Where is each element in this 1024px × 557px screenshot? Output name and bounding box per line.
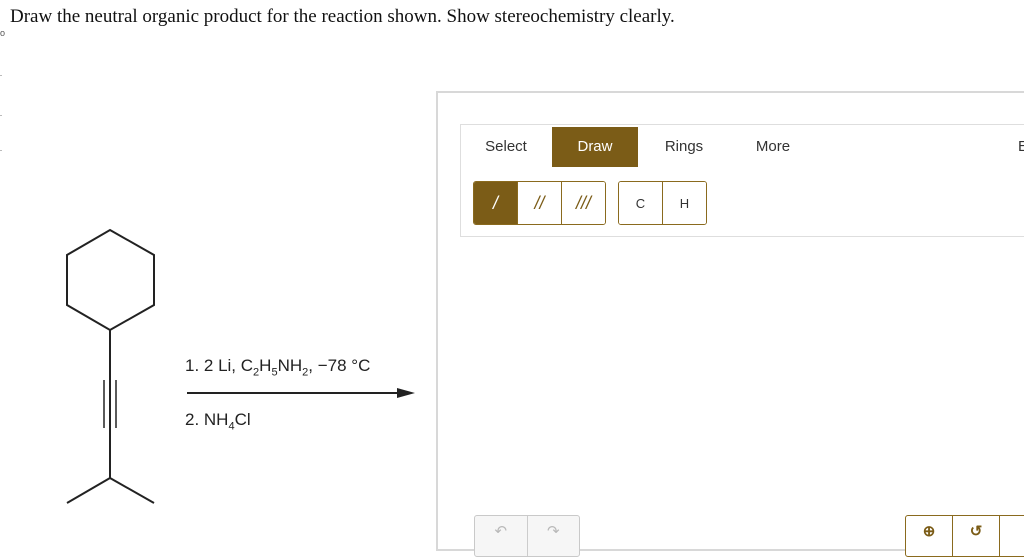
tab-more[interactable]: More — [733, 127, 813, 167]
tab-partial[interactable]: E — [1016, 127, 1024, 167]
methyl-bond-left — [66, 477, 111, 504]
drawing-editor[interactable]: Select Draw Rings More E / // /// C H ↶ … — [436, 91, 1024, 557]
reaction-step-1: 1. 2 Li, C2H5NH2, −78 °C — [185, 356, 371, 379]
undo-redo-group: ↶ ↷ — [474, 515, 580, 557]
redo-button[interactable]: ↷ — [526, 516, 580, 556]
bond-tools: / // /// — [473, 181, 606, 225]
undo-button[interactable]: ↶ — [475, 516, 527, 556]
starting-material-structure — [66, 228, 155, 504]
question-text: Draw the neutral organic product for the… — [10, 6, 675, 27]
reset-button[interactable]: ↺ — [952, 516, 999, 556]
tab-draw[interactable]: Draw — [552, 127, 638, 167]
edge-tick — [0, 150, 2, 151]
hydrogen-atom-button[interactable]: H — [663, 182, 706, 224]
reaction-step-2: 2. NH4Cl — [185, 410, 251, 433]
reaction-arrow — [187, 388, 415, 398]
triple-bond-button[interactable]: /// — [562, 182, 605, 224]
carbon-atom-button[interactable]: C — [619, 182, 663, 224]
edge-tick — [0, 115, 2, 116]
single-bond-button[interactable]: / — [474, 182, 518, 224]
undo-arrow-icon: ↶ — [494, 523, 508, 540]
methyl-bond-right — [109, 477, 155, 504]
zoom-in-button[interactable]: ⊕ — [906, 516, 952, 556]
zoom-in-icon: ⊕ — [922, 523, 936, 540]
double-bond-button[interactable]: // — [518, 182, 562, 224]
tab-rings[interactable]: Rings — [644, 127, 724, 167]
cyclohexane-ring — [66, 228, 155, 332]
reset-rotate-icon: ↺ — [969, 523, 983, 540]
canvas-tools-group: ⊕ ↺ — [905, 515, 1024, 557]
more-canvas-tools-button[interactable] — [999, 516, 1024, 556]
editor-toolbar: Select Draw Rings More E / // /// C H — [460, 124, 1024, 237]
redo-arrow-icon: ↷ — [546, 523, 560, 540]
edge-marker: o — [0, 28, 6, 38]
tab-select[interactable]: Select — [464, 127, 548, 167]
atom-tools: C H — [618, 181, 707, 225]
edge-tick — [0, 75, 2, 76]
